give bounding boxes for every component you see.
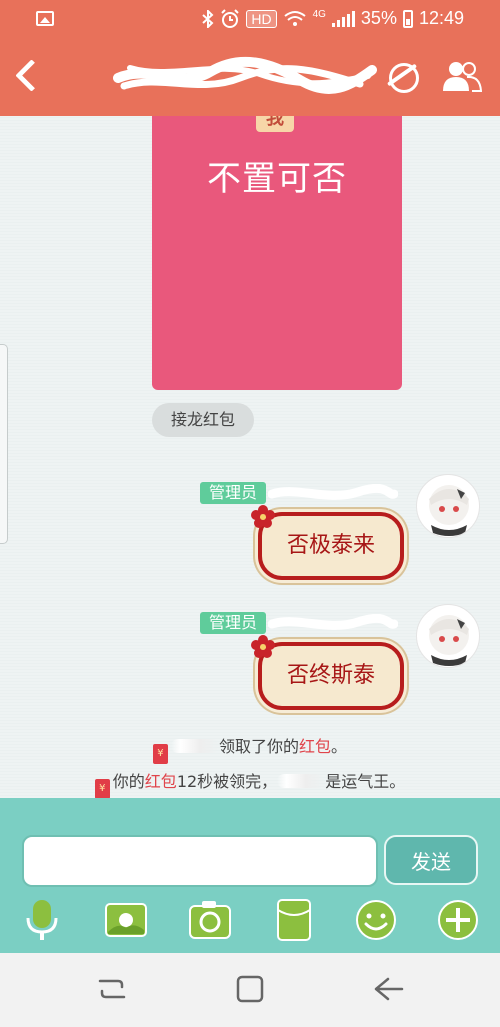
red-envelope-icon: ¥: [94, 779, 110, 798]
wifi-icon: [283, 10, 306, 26]
chat-title-redacted: [113, 56, 377, 94]
bluetooth-icon: [202, 9, 214, 28]
alarm-icon: [221, 8, 240, 28]
status-bar: HD 4G 35% 12:49: [0, 0, 500, 38]
relay-packet-label: 接龙红包: [152, 403, 254, 437]
system-notice: ¥ 领取了你的红包。: [0, 733, 500, 764]
avatar[interactable]: [416, 474, 480, 538]
chat-message: 管理员 否终斯泰: [0, 604, 500, 732]
plus-icon[interactable]: [436, 898, 480, 942]
composer: 发送: [0, 798, 500, 953]
chat-message: 管理员 否极泰来: [0, 474, 500, 602]
admin-tag: 管理员: [200, 612, 266, 634]
battery-icon: [402, 9, 413, 28]
home-icon[interactable]: [230, 971, 270, 1007]
planet-icon[interactable]: [384, 58, 420, 94]
camera-icon[interactable]: [188, 898, 232, 942]
chat-header: [0, 38, 500, 116]
relay-red-packet-card[interactable]: 我 不置可否: [152, 116, 402, 390]
redacted-name: [170, 739, 219, 753]
sender-name-redacted: [268, 484, 398, 500]
network-type: 4G: [312, 8, 326, 20]
emoji-icon[interactable]: [354, 898, 398, 942]
gallery-notification-icon: [36, 11, 54, 26]
avatar[interactable]: [416, 604, 480, 668]
battery-percent: 35%: [360, 8, 397, 28]
bubble-text: 否终斯泰: [286, 663, 375, 688]
bubble-text: 否极泰来: [286, 533, 375, 558]
system-notice: ¥ 你的红包12秒被领完， 是运气王。: [0, 768, 500, 798]
red-packet-bubble[interactable]: 否极泰来: [251, 505, 404, 580]
hd-badge: HD: [246, 9, 277, 28]
red-envelope-icon: ¥: [152, 744, 168, 764]
redacted-name: [277, 774, 326, 788]
card-text: 不置可否: [207, 159, 347, 199]
chat-messages[interactable]: 我 不置可否 接龙红包 管理员 否极泰来 管理员 否终斯泰 ¥ 领取了你的红包。 …: [0, 116, 500, 798]
back-nav-icon[interactable]: [368, 971, 408, 1007]
sender-name-redacted: [268, 614, 398, 630]
signal-icon: [331, 10, 355, 27]
red-packet-link[interactable]: 红包: [299, 737, 331, 756]
picture-icon[interactable]: [104, 898, 148, 942]
admin-tag: 管理员: [200, 482, 266, 504]
red-packet-link[interactable]: 红包: [145, 772, 177, 791]
card-tab: 我: [256, 116, 294, 132]
recent-apps-icon[interactable]: [92, 971, 132, 1007]
red-envelope-icon[interactable]: [272, 898, 316, 942]
send-button[interactable]: 发送: [384, 835, 478, 885]
message-input[interactable]: [22, 835, 378, 887]
back-button[interactable]: [8, 54, 48, 98]
status-icons: HD 4G 35% 12:49: [202, 8, 464, 29]
microphone-icon[interactable]: [20, 898, 64, 942]
clock: 12:49: [418, 8, 464, 28]
group-members-icon[interactable]: [442, 58, 482, 94]
red-packet-bubble[interactable]: 否终斯泰: [251, 635, 404, 710]
system-nav-bar: [0, 953, 500, 1027]
